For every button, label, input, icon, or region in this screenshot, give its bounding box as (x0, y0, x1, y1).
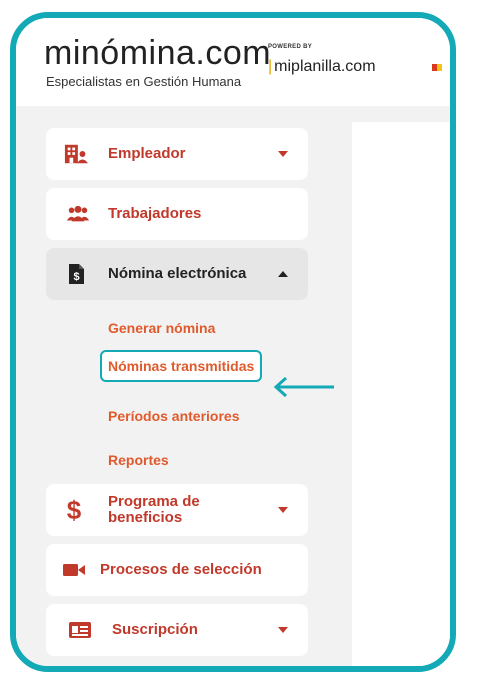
dollar-sign-icon: $ (62, 496, 86, 524)
submenu-reportes[interactable]: Reportes (108, 452, 169, 468)
sidebar-item-label: Procesos de selección (100, 561, 262, 578)
top-bar: minómina.com Especialistas en Gestión Hu… (16, 18, 450, 106)
chevron-down-icon (278, 507, 288, 513)
video-camera-icon (62, 558, 86, 582)
sidebar-item-empleador[interactable]: Empleador (46, 128, 308, 180)
sidebar-item-nomina-electronica[interactable]: $ Nómina electrónica (46, 248, 308, 300)
device-frame: minómina.com Especialistas en Gestión Hu… (10, 12, 456, 672)
svg-text:$: $ (67, 496, 82, 524)
flag-icon[interactable] (432, 64, 442, 71)
content-panel (352, 122, 450, 666)
sidebar-item-label: Nómina electrónica (108, 265, 247, 282)
powered-by-label: POWERED BY (268, 44, 313, 50)
partner-divider: | (268, 58, 273, 75)
chevron-down-icon (278, 627, 288, 633)
sidebar-item-label: Programa de beneficios (108, 493, 200, 526)
submenu-nominas-transmitidas[interactable]: Nóminas transmitidas (100, 350, 263, 382)
sidebar-item-label: Empleador (108, 145, 186, 162)
sidebar-item-trabajadores[interactable]: Trabajadores (46, 188, 308, 240)
sidebar-item-procesos-seleccion[interactable]: Procesos de selección (46, 544, 308, 596)
users-icon (66, 202, 90, 226)
brand-logo[interactable]: minómina.com (44, 36, 271, 70)
submenu-generar-nomina[interactable]: Generar nómina (108, 320, 215, 336)
chevron-up-icon (278, 271, 288, 277)
partner-name: miplanilla.com (274, 58, 376, 75)
document-dollar-icon: $ (64, 262, 88, 286)
building-user-icon (64, 142, 88, 166)
arrow-left-icon (273, 376, 334, 398)
sidebar-item-label: Suscripción (112, 621, 198, 638)
sidebar-item-programa-beneficios[interactable]: $ Programa de beneficios (46, 484, 308, 536)
submenu-periodos-anteriores[interactable]: Períodos anteriores (108, 408, 240, 424)
sidebar-item-suscripcion[interactable]: Suscripción (46, 604, 308, 656)
sidebar-item-label: Trabajadores (108, 205, 202, 222)
svg-text:$: $ (73, 271, 79, 283)
partner-logo: | miplanilla.com (268, 58, 376, 76)
brand-tagline: Especialistas en Gestión Humana (46, 74, 242, 89)
id-card-icon (68, 618, 92, 642)
chevron-down-icon (278, 151, 288, 157)
